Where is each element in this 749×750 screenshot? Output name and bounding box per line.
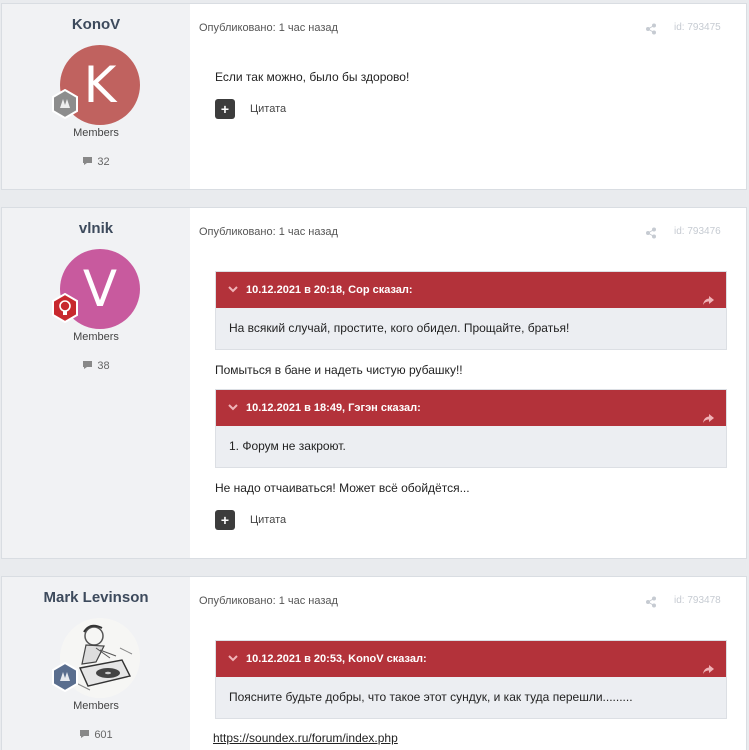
author-panel: KonoV K Members 32	[2, 4, 190, 189]
post-id[interactable]: id: 793478	[674, 595, 721, 606]
share-icon[interactable]	[645, 595, 657, 613]
chevron-down-icon[interactable]	[228, 272, 238, 323]
author-panel: vlnik V Members 38	[2, 208, 190, 558]
multiquote-button[interactable]: +	[215, 510, 235, 530]
quote-citation: 10.12.2021 в 20:18, Сор сказал:	[246, 284, 413, 296]
go-to-post-icon[interactable]	[703, 654, 714, 690]
quote-header[interactable]: 10.12.2021 в 18:49, Гэгэн сказал:	[216, 390, 726, 426]
quote-citation: 10.12.2021 в 18:49, Гэгэн сказал:	[246, 402, 421, 414]
chevron-down-icon[interactable]	[228, 641, 238, 692]
comment-icon	[80, 730, 90, 738]
post-meta[interactable]: Опубликовано: 1 час назад	[199, 22, 338, 34]
author-name[interactable]: KonoV	[2, 16, 190, 33]
post-id[interactable]: id: 793476	[674, 226, 721, 237]
post-meta[interactable]: Опубликовано: 1 час назад	[199, 226, 338, 238]
post-paragraph: Не надо отчаиваться! Может всё обойдётся…	[215, 481, 470, 495]
share-icon[interactable]	[645, 226, 657, 244]
post: Mark Levinson Members 601 Опубликовано: …	[1, 576, 747, 750]
rank-badge-icon	[50, 292, 80, 324]
member-group: Members	[73, 127, 119, 139]
rank-badge-icon	[50, 661, 80, 693]
comment-icon	[83, 361, 93, 369]
quote-button[interactable]: Цитата	[250, 103, 286, 115]
quote-text: 1. Форум не закроют.	[229, 439, 346, 453]
post: KonoV K Members 32 Опубликовано: 1 час н…	[1, 3, 747, 190]
author-name[interactable]: vlnik	[2, 220, 190, 237]
quote-header[interactable]: 10.12.2021 в 20:53, KonoV сказал:	[216, 641, 726, 677]
quote-text: Поясните будьте добры, что такое этот су…	[229, 690, 633, 704]
post-meta[interactable]: Опубликовано: 1 час назад	[199, 595, 338, 607]
quote-block: 10.12.2021 в 18:49, Гэгэн сказал: 1. Фор…	[215, 389, 727, 468]
post-id[interactable]: id: 793475	[674, 22, 721, 33]
quote-button[interactable]: Цитата	[250, 514, 286, 526]
post-paragraph: Помыться в бане и надеть чистую рубашку!…	[215, 363, 463, 377]
member-group: Members	[73, 331, 119, 343]
share-icon[interactable]	[645, 22, 657, 40]
quote-block: 10.12.2021 в 20:18, Сор сказал: На всяки…	[215, 271, 727, 350]
go-to-post-icon[interactable]	[703, 285, 714, 321]
post: vlnik V Members 38 Опубликовано: 1 час н…	[1, 207, 747, 559]
post-count: 32	[2, 156, 190, 168]
quote-citation: 10.12.2021 в 20:53, KonoV сказал:	[246, 653, 427, 665]
quote-text: На всякий случай, простите, кого обидел.…	[229, 321, 570, 335]
go-to-post-icon[interactable]	[703, 403, 714, 439]
comment-icon	[83, 157, 93, 165]
author-panel: Mark Levinson Members 601	[2, 577, 190, 750]
post-count: 38	[2, 360, 190, 372]
author-name[interactable]: Mark Levinson	[2, 589, 190, 606]
post-body: Если так можно, было бы здорово!	[215, 70, 410, 84]
post-link[interactable]: https://soundex.ru/forum/index.php	[213, 731, 398, 745]
quote-header[interactable]: 10.12.2021 в 20:18, Сор сказал:	[216, 272, 726, 308]
chevron-down-icon[interactable]	[228, 390, 238, 441]
post-count: 601	[2, 729, 190, 741]
rank-badge-icon	[50, 88, 80, 120]
member-group: Members	[73, 700, 119, 712]
multiquote-button[interactable]: +	[215, 99, 235, 119]
quote-block: 10.12.2021 в 20:53, KonoV сказал: Поясни…	[215, 640, 727, 719]
